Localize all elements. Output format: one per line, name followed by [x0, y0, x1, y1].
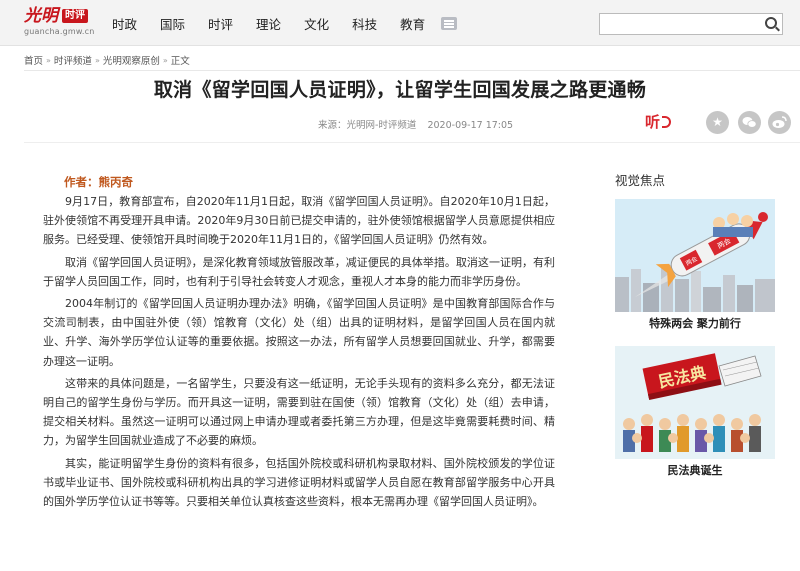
- search-box: [599, 13, 783, 35]
- weibo-glyph: [772, 116, 787, 128]
- article-paragraph: 这带来的具体问题是，一名留学生，只要没有这一纸证明，无论手头现有的资料多么充分，…: [43, 376, 555, 448]
- breadcrumb-current: 正文: [170, 56, 190, 67]
- card-image-civil-code: 民法典: [615, 346, 775, 459]
- divider: [24, 70, 800, 71]
- rocket-illustration: 两会 两会: [615, 199, 775, 312]
- wechat-glyph: [742, 117, 757, 128]
- search-icon[interactable]: [765, 17, 777, 29]
- visual-focus-card-civil-code[interactable]: 民法典 民法典诞生: [615, 346, 775, 479]
- article-author: 作者：熊丙奇: [64, 175, 133, 189]
- nav-item-technology[interactable]: 科技: [352, 14, 377, 33]
- nav-item-education[interactable]: 教育: [400, 14, 425, 33]
- visual-focus-card-two-sessions[interactable]: 两会 两会 特殊两会 聚力前行: [615, 199, 775, 332]
- civil-code-illustration: 民法典: [615, 346, 775, 459]
- article-source: 来源：光明网-时评频道: [318, 120, 417, 131]
- menu-icon[interactable]: [441, 17, 457, 30]
- site-logo[interactable]: 光明 时评 guancha.gmw.cn: [24, 6, 104, 38]
- breadcrumb-home[interactable]: 首页: [24, 53, 43, 67]
- article-body: 作者：熊丙奇 9月17日，教育部宣布，自2020年11月1日起，取消《留学回国人…: [43, 174, 555, 514]
- nav-item-international[interactable]: 国际: [160, 14, 185, 33]
- wechat-icon[interactable]: [738, 111, 761, 134]
- logo-badge: 时评: [62, 9, 88, 23]
- article-paragraph: 取消《留学回国人员证明》，是深化教育领域放管服改革，减证便民的具体举措。取消这一…: [43, 255, 555, 288]
- sidebar-title: 视觉焦点: [615, 173, 666, 188]
- breadcrumb-separator-icon: »: [162, 55, 168, 65]
- breadcrumb-separator-icon: »: [46, 55, 51, 65]
- nav-item-theory[interactable]: 理论: [256, 14, 281, 33]
- article-datetime: 2020-09-17 17:05: [427, 120, 514, 131]
- listen-icon: [662, 115, 672, 128]
- card-caption: 民法典诞生: [667, 464, 723, 477]
- nav-item-politics[interactable]: 时政: [112, 14, 137, 33]
- top-bar: 光明 时评 guancha.gmw.cn 时政 国际 时评 理论 文化 科技 教…: [0, 0, 800, 46]
- logo-brand: 光明: [24, 6, 58, 26]
- article-paragraph: 其实，能证明留学生身份的资料有很多，包括国外院校或科研机构录取材料、国外院校颁发…: [43, 456, 555, 509]
- page-title: 取消《留学回国人员证明》，让留学生回国发展之路更通畅: [153, 79, 647, 101]
- star-icon[interactable]: ★: [706, 111, 729, 134]
- listen-button[interactable]: 听: [645, 111, 672, 132]
- listen-label: 听: [645, 113, 661, 131]
- breadcrumb-commentary[interactable]: 时评频道: [54, 53, 92, 67]
- search-input[interactable]: [600, 14, 760, 34]
- main-nav: 时政 国际 时评 理论 文化 科技 教育: [112, 0, 448, 46]
- nav-item-commentary[interactable]: 时评: [208, 14, 233, 33]
- breadcrumb-separator-icon: »: [94, 55, 100, 65]
- article-meta: 来源：光明网-时评频道 2020-09-17 17:05: [318, 117, 513, 131]
- card-caption: 特殊两会 聚力前行: [649, 317, 741, 330]
- article-paragraph: 9月17日，教育部宣布，自2020年11月1日起，取消《留学回国人员证明》。自2…: [43, 195, 555, 247]
- breadcrumb-original[interactable]: 光明观察原创: [103, 53, 160, 67]
- article-paragraph: 2004年制订的《留学回国人员证明办理办法》明确，《留学回国人员证明》是中国教育…: [43, 297, 555, 368]
- weibo-icon[interactable]: [768, 111, 791, 134]
- divider: [24, 142, 800, 143]
- sidebar: 视觉焦点 两会 两会 特殊两会 聚力前行 民法典 民法典诞生: [615, 172, 800, 493]
- breadcrumb: 首页 » 时评频道 » 光明观察原创 » 正文: [24, 53, 784, 68]
- card-image-two-sessions: 两会 两会: [615, 199, 775, 312]
- logo-domain: guancha.gmw.cn: [24, 27, 95, 36]
- nav-item-culture[interactable]: 文化: [304, 14, 329, 33]
